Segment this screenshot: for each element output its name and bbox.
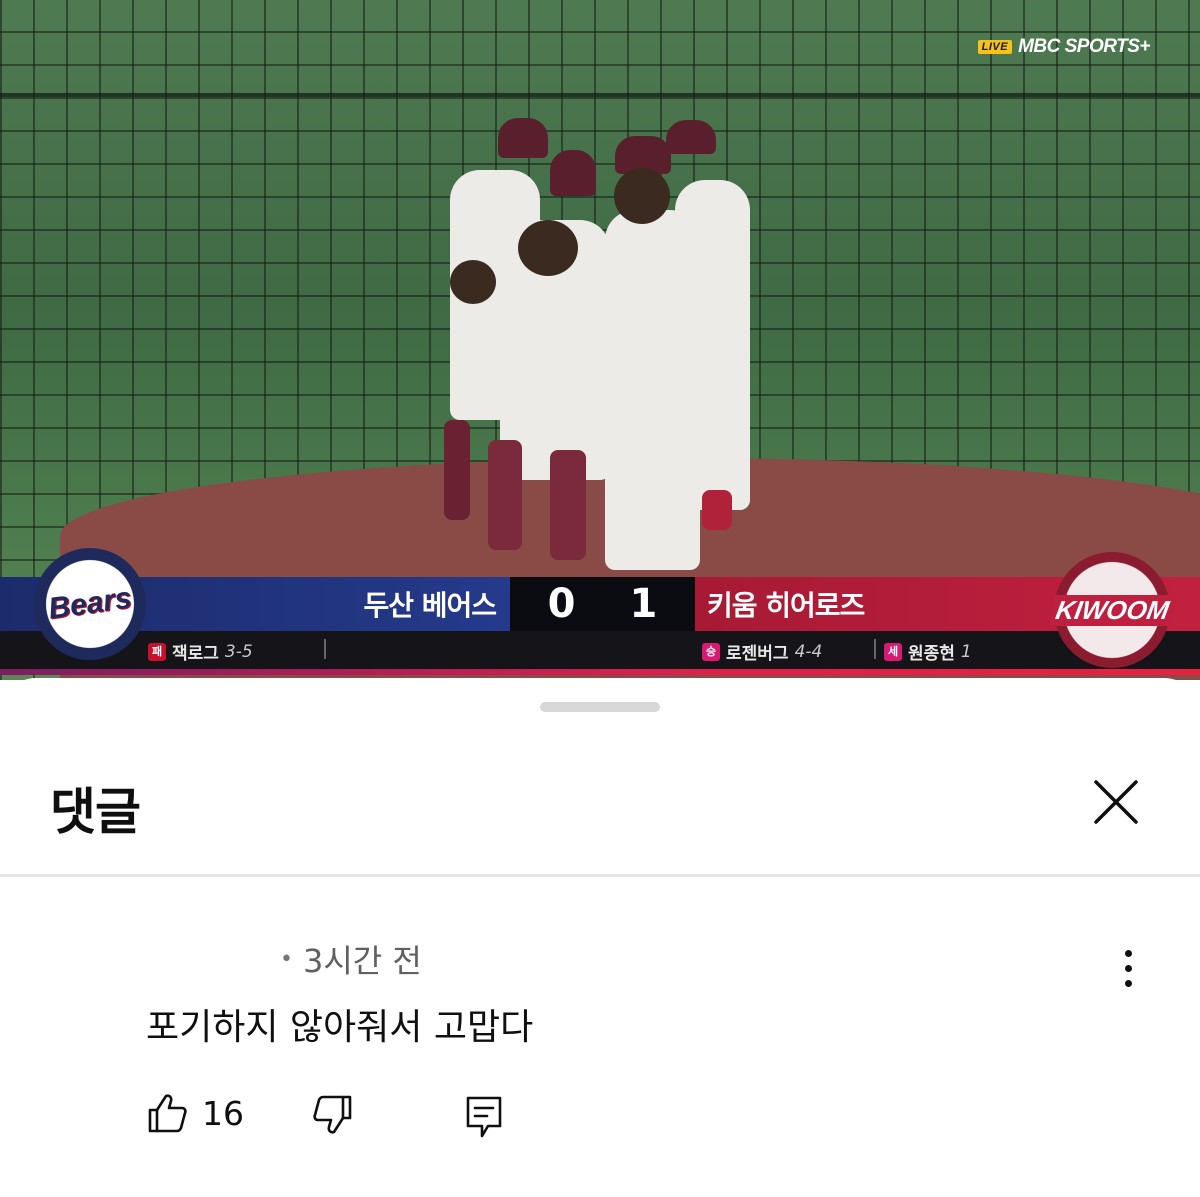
net-rope — [0, 93, 1200, 97]
home-score: 1 — [629, 581, 658, 627]
win-tag: 승 — [702, 642, 720, 661]
like-button[interactable]: 16 — [146, 1092, 244, 1134]
home-team-name: 키움 히어로즈 — [707, 589, 865, 622]
cap — [550, 150, 596, 196]
pitcher-info-bar: 패 잭로그 3-5 승 로젠버그 4-4 세 원종현 1 — [0, 631, 1200, 669]
shin-guard — [550, 450, 586, 560]
divider — [874, 639, 876, 659]
players-huddle — [430, 110, 770, 580]
comment-menu-button[interactable] — [1112, 950, 1144, 992]
losing-pitcher-record: 3-5 — [224, 641, 253, 662]
kiwoom-logo: KIWOOM — [1048, 552, 1176, 668]
thumbs-up-icon — [148, 1094, 187, 1133]
shin-guard — [488, 440, 522, 550]
cleat — [702, 490, 732, 530]
broadcaster-logo: LIVE MBC SPORTS+ — [977, 36, 1150, 58]
cap — [498, 118, 548, 158]
comments-title: 댓글 — [50, 783, 141, 841]
sheet-divider — [0, 874, 1200, 877]
catcher-mitt — [518, 220, 578, 276]
comment-meta: • 3시간 전 — [280, 936, 422, 982]
kiwoom-logo-text: KIWOOM — [1048, 594, 1176, 626]
divider — [324, 639, 326, 659]
winning-pitcher: 승 로젠버그 4-4 — [702, 639, 822, 664]
scoreboard: 두산 베어스 0 1 키움 히어로즈 패 잭로그 3-5 승 로젠버그 4-4 … — [0, 577, 1200, 677]
more-vertical-icon-dot — [1124, 980, 1132, 987]
comment-time: 3시간 전 — [302, 942, 422, 980]
comment-text: 포기하지 않아줘서 고맙다 — [146, 1007, 534, 1048]
progress-accent-bar — [0, 669, 1200, 675]
save-pitcher-record: 1 — [960, 641, 972, 662]
winning-pitcher-record: 4-4 — [794, 641, 823, 662]
close-button[interactable] — [1090, 776, 1142, 828]
away-team-name: 두산 베어스 — [363, 589, 497, 622]
close-icon — [1094, 780, 1138, 824]
more-vertical-icon — [1124, 950, 1132, 957]
reply-button[interactable] — [464, 1094, 504, 1144]
away-score: 0 — [547, 581, 576, 627]
player — [675, 180, 750, 510]
more-vertical-icon-dot — [1124, 965, 1132, 972]
separator-dot-icon: • — [280, 946, 293, 972]
live-badge: LIVE — [977, 40, 1013, 54]
glove — [614, 168, 670, 224]
sock — [444, 420, 470, 520]
losing-pitcher: 패 잭로그 3-5 — [148, 639, 253, 664]
bears-logo-text: Bears — [46, 581, 134, 626]
loss-tag: 패 — [148, 642, 166, 661]
save-tag: 세 — [884, 642, 902, 661]
broadcaster-name: MBC SPORTS+ — [1018, 36, 1150, 57]
losing-pitcher-name: 잭로그 — [172, 644, 219, 664]
drag-handle[interactable] — [540, 702, 660, 712]
score-box: 0 1 — [510, 577, 695, 631]
cap — [666, 120, 716, 154]
thumbs-down-icon — [313, 1095, 352, 1134]
glove — [450, 260, 496, 304]
like-count: 16 — [202, 1093, 244, 1133]
comments-sheet: 댓글 • 3시간 전 포기하지 않아줘서 고맙다 16 — [0, 678, 1200, 1197]
dislike-button[interactable] — [312, 1094, 354, 1140]
save-pitcher-name: 원종현 — [908, 644, 955, 664]
save-pitcher: 세 원종현 1 — [884, 639, 972, 664]
reply-icon — [466, 1096, 502, 1138]
winning-pitcher-name: 로젠버그 — [726, 644, 789, 664]
